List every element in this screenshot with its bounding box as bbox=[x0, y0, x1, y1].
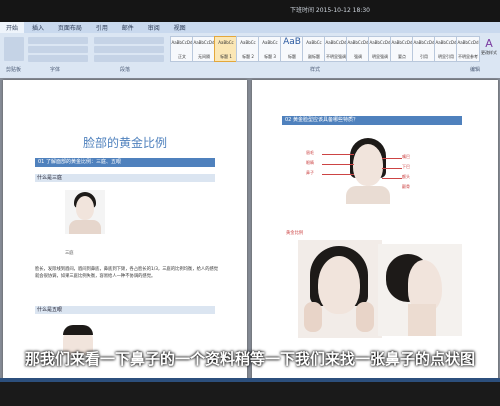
tab-insert[interactable]: 插入 bbox=[26, 22, 50, 33]
document-page-2: 02 黄金脸型应该具备哪些特质？ 眉毛 眼睛 鼻子 嘴巴 下巴 额头 颧骨 黄金… bbox=[252, 80, 498, 380]
tab-home[interactable]: 开始 bbox=[0, 22, 25, 33]
group-label-font: 字体 bbox=[50, 67, 61, 73]
video-subtitle: 那我们来看一下鼻子的一个资料稍等一下我们来找一张鼻子的点状图 bbox=[24, 350, 475, 368]
font-format-buttons[interactable] bbox=[28, 46, 88, 53]
ribbon-tabs: 开始 插入 页面布局 引用 邮件 审阅 视图 bbox=[0, 22, 500, 33]
style-no-spacing[interactable]: AaBbCcDd 无间隔 bbox=[192, 36, 216, 62]
shading-buttons[interactable] bbox=[94, 55, 164, 62]
style-normal[interactable]: AaBbCcDd 正文 bbox=[170, 36, 194, 62]
figure-label: 黄金比例 bbox=[286, 231, 304, 236]
section-heading-1: 01 了解面部的黄金比例：三庭、五眼 bbox=[35, 158, 215, 167]
tab-view[interactable]: 视图 bbox=[168, 22, 192, 33]
tab-layout[interactable]: 页面布局 bbox=[52, 22, 88, 33]
body-paragraph: 脸长，发际线到眉间，眉间到鼻底，鼻底到下颏，各占脸长的1/3，三庭的比例均衡，给… bbox=[35, 267, 219, 279]
style-quote[interactable]: AaBbCcDd 引用 bbox=[412, 36, 436, 62]
face-photo-profile bbox=[378, 244, 462, 336]
face-caption: 三庭 bbox=[65, 251, 74, 256]
group-label-editing: 编辑 bbox=[470, 67, 481, 73]
style-heading-1[interactable]: AaBbCc 标题 1 bbox=[214, 36, 238, 62]
face-photo-front bbox=[298, 240, 382, 338]
subheading-five-eyes: 什么是五眼 bbox=[35, 306, 215, 314]
label-eyes: 眼睛 bbox=[306, 160, 314, 165]
style-subtitle[interactable]: AaBbCc 副标题 bbox=[302, 36, 326, 62]
change-styles-button[interactable]: A 更改样式 bbox=[480, 36, 498, 62]
tab-references[interactable]: 引用 bbox=[90, 22, 114, 33]
style-subtle-reference[interactable]: AaBbCcDd 不明显参考 bbox=[456, 36, 480, 62]
label-chin: 下巴 bbox=[402, 164, 410, 169]
style-subtle-emphasis[interactable]: AaBbCcDd 不明显强调 bbox=[324, 36, 348, 62]
style-heading-3[interactable]: AaBbCc 标题 3 bbox=[258, 36, 282, 62]
page-title: 脸部的黄金比例 bbox=[82, 136, 167, 150]
label-forehead: 额头 bbox=[402, 174, 410, 179]
subheading-three-courts: 什么是三庭 bbox=[35, 174, 215, 182]
title-bar: 下班时间 2015-10-12 18:30 bbox=[0, 0, 500, 22]
group-label-styles: 样式 bbox=[310, 67, 321, 73]
style-heading-2[interactable]: AaBbCc 标题 2 bbox=[236, 36, 260, 62]
font-name-select[interactable] bbox=[28, 37, 88, 44]
style-intense-quote[interactable]: AaBbCcDd 明显引用 bbox=[434, 36, 458, 62]
style-title[interactable]: AaB 标题 bbox=[280, 36, 304, 62]
status-bar bbox=[0, 378, 500, 406]
tab-review[interactable]: 审阅 bbox=[142, 22, 166, 33]
style-intense-emphasis[interactable]: AaBbCcDd 明显强调 bbox=[368, 36, 392, 62]
paste-button[interactable] bbox=[4, 37, 24, 61]
status-bar-accent bbox=[0, 378, 500, 382]
font-color-buttons[interactable] bbox=[28, 55, 88, 62]
camera-overlay-text: 下班时间 2015-10-12 18:30 bbox=[290, 7, 370, 14]
styles-gallery: AaBbCcDd 正文 AaBbCcDd 无间隔 AaBbCc 标题 1 AaBbCc… bbox=[170, 36, 480, 62]
tab-mailings[interactable]: 邮件 bbox=[116, 22, 140, 33]
label-cheekbone: 颧骨 bbox=[402, 184, 410, 189]
face-proportion-diagram: 眉毛 眼睛 鼻子 嘴巴 下巴 额头 颧骨 bbox=[306, 130, 428, 224]
change-styles-icon: A bbox=[485, 37, 493, 50]
label-nose: 鼻子 bbox=[306, 170, 314, 175]
style-strong[interactable]: AaBbCcDd 要点 bbox=[390, 36, 414, 62]
group-label-clipboard: 剪贴板 bbox=[6, 67, 22, 73]
face-image-small bbox=[65, 190, 105, 234]
label-eyebrow: 眉毛 bbox=[306, 150, 314, 155]
group-label-paragraph: 段落 bbox=[120, 67, 131, 73]
document-page-1: 脸部的黄金比例 01 了解面部的黄金比例：三庭、五眼 什么是三庭 三庭 脸长，发… bbox=[3, 80, 247, 380]
style-emphasis[interactable]: AaBbCcDd 强调 bbox=[346, 36, 370, 62]
label-mouth: 嘴巴 bbox=[402, 154, 410, 159]
section-heading-2: 02 黄金脸型应该具备哪些特质？ bbox=[282, 116, 462, 125]
list-buttons[interactable] bbox=[94, 37, 164, 44]
align-buttons[interactable] bbox=[94, 46, 164, 53]
